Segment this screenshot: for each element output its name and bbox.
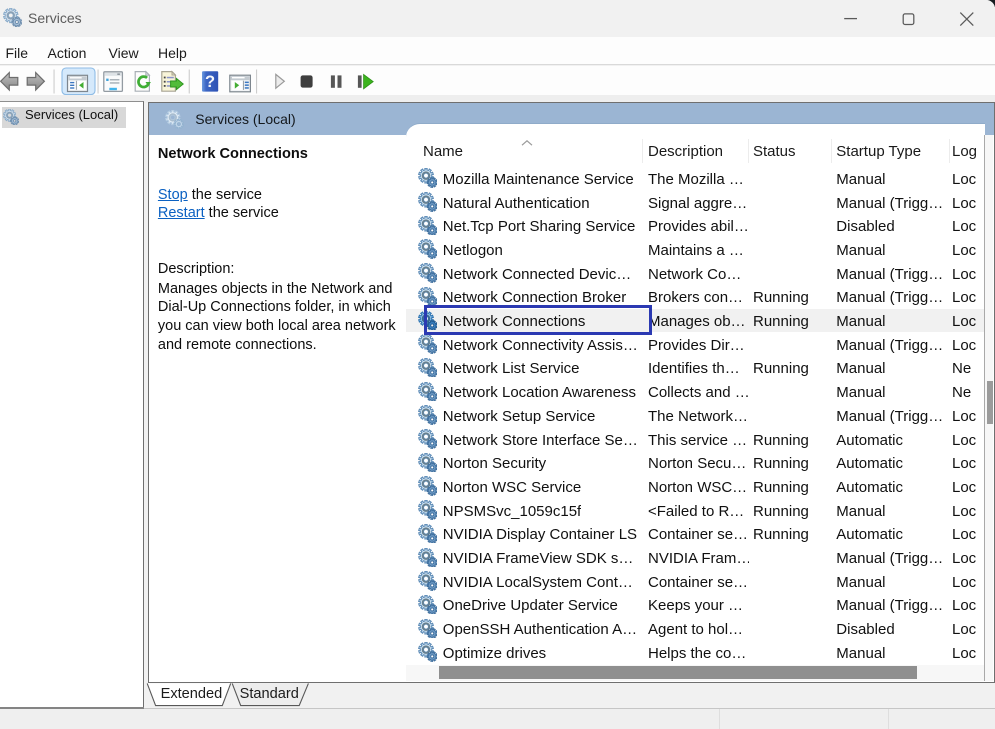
svg-text:?: ? [205, 73, 215, 91]
